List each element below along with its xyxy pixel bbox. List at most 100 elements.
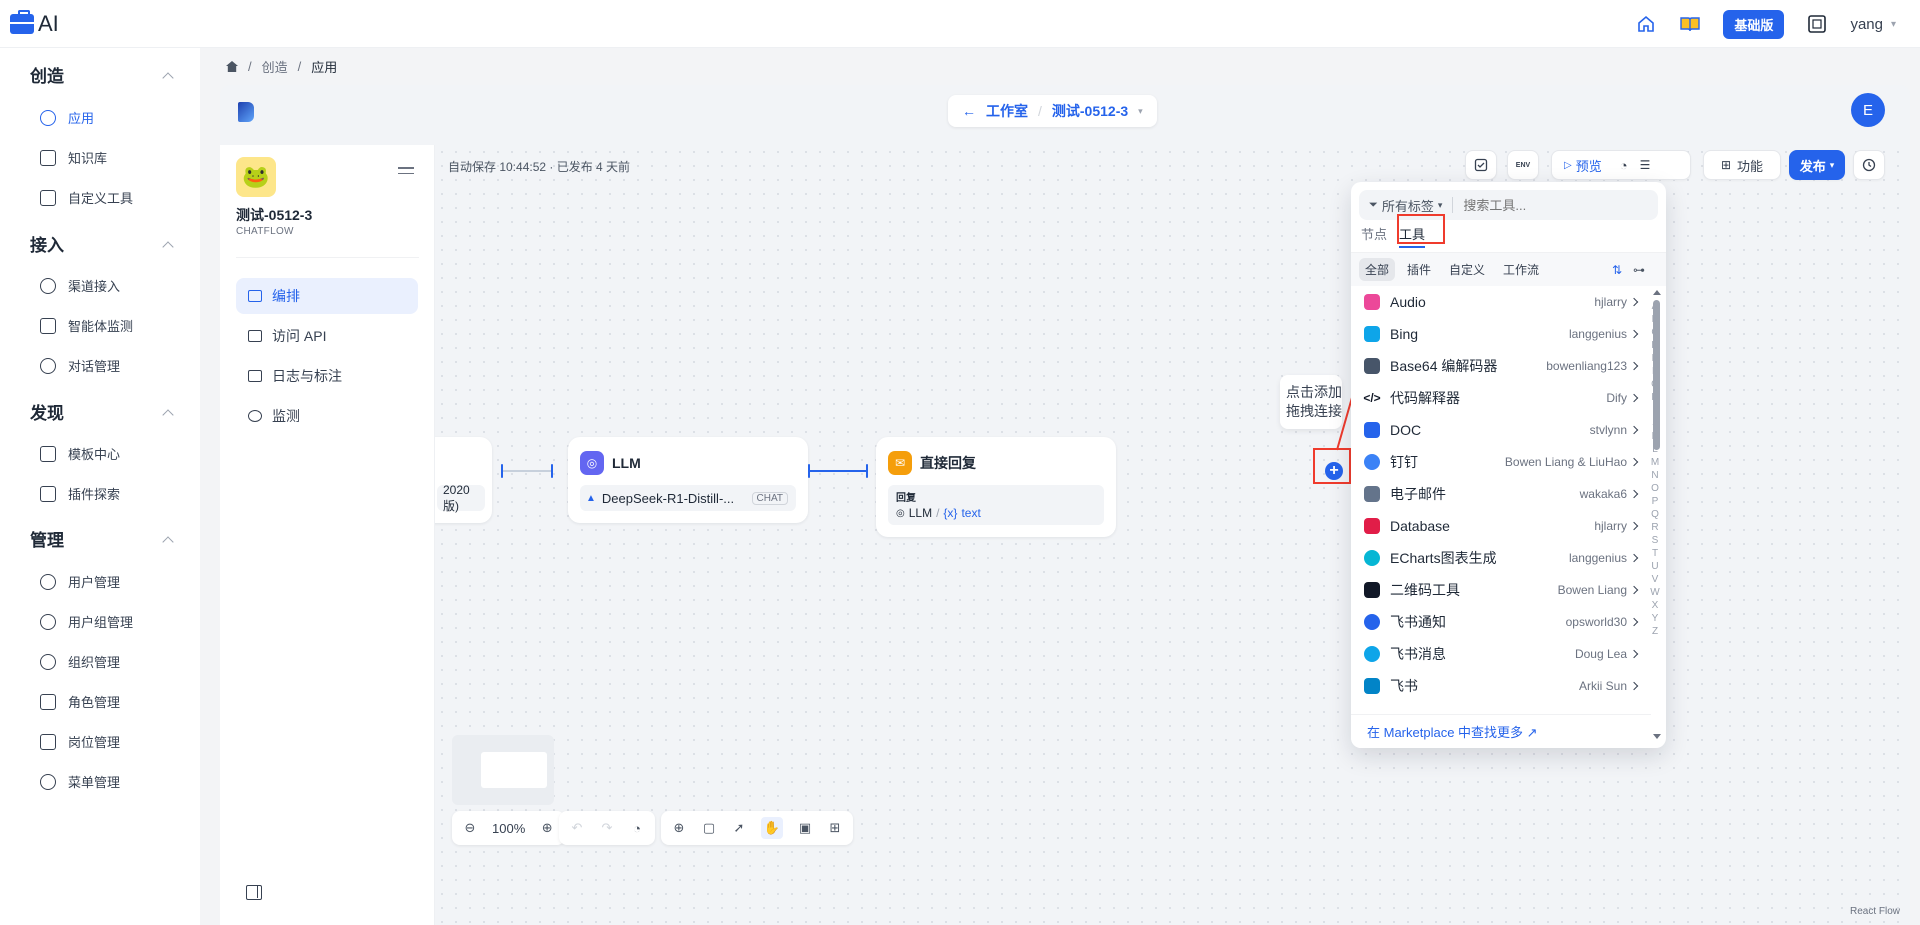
scroll-down-arrow[interactable] [1653,734,1661,739]
sidebar-section-access[interactable]: 接入 [30,231,64,256]
layout-icon[interactable]: ⊞ [827,820,843,836]
sidebar-item-templates[interactable]: 模板中心 [40,444,120,463]
panel-collapse-icon[interactable] [246,885,262,900]
alphabet-letter[interactable]: Z [1649,625,1661,638]
chevron-up-icon[interactable] [162,72,174,84]
alphabet-letter[interactable]: E [1649,352,1661,365]
tool-item-audio[interactable]: Audio hjlarry [1351,286,1651,318]
alphabet-letter[interactable]: W [1649,586,1661,599]
export-image-icon[interactable]: ▣ [797,820,813,836]
sidebar-item-apps[interactable]: 应用 [40,108,94,127]
tool-item-feishu-message[interactable]: 飞书消息 Doug Lea [1351,638,1651,670]
redo-icon[interactable]: ↷ [599,820,615,836]
undo-icon[interactable]: ↶ [569,820,585,836]
sidebar-item-knowledge[interactable]: 知识库 [40,148,107,167]
workflow-canvas[interactable]: 自动保存 10:44:52 · 已发布 4 天前 ENV ▷ 预览 ◔ ☰ ⊞ … [435,145,1910,925]
alphabet-letter[interactable]: S [1649,534,1661,547]
settings-sliders-icon[interactable] [398,167,414,181]
sort-az-icon[interactable]: ⇅ [1609,262,1625,278]
avatar[interactable]: E [1851,93,1885,127]
zoom-out-icon[interactable]: ⊖ [462,820,478,836]
alphabet-letter[interactable]: K [1649,430,1661,443]
sidebar-item-roles[interactable]: 角色管理 [40,692,120,711]
tool-item-database[interactable]: Database hjlarry [1351,510,1651,542]
app-name-selector[interactable]: 测试-0512-3 [1052,101,1128,121]
sidebar-item-users[interactable]: 用户管理 [40,572,120,591]
alphabet-letter[interactable]: J [1649,417,1661,430]
pointer-icon[interactable]: ➚ [731,820,747,836]
user-name[interactable]: yang [1850,16,1883,33]
alphabet-letter[interactable]: A [1649,300,1661,313]
alphabet-letter[interactable]: O [1649,482,1661,495]
fullscreen-icon[interactable] [1806,13,1828,35]
brand-logo[interactable]: AI [10,9,59,37]
tool-item-feishu[interactable]: 飞书 Arkii Sun [1351,670,1651,702]
app-nav-api[interactable]: 访问 API [236,318,418,354]
alphabet-letter[interactable]: M [1649,456,1661,469]
tree-view-icon[interactable]: ⊶ [1631,262,1647,278]
studio-switcher[interactable]: ← 工作室 / 测试-0512-3 ▾ [948,95,1157,127]
subtab-all[interactable]: 全部 [1359,258,1396,281]
react-flow-attribution[interactable]: React Flow [1850,906,1900,917]
zoom-level[interactable]: 100% [492,821,525,836]
subtab-plugins[interactable]: 插件 [1401,258,1437,281]
add-node-icon[interactable]: ⊕ [671,820,687,836]
tool-item-email[interactable]: 电子邮件 wakaka6 [1351,478,1651,510]
sidebar-item-agent-monitor[interactable]: 智能体监测 [40,316,133,335]
zoom-in-icon[interactable]: ⊕ [539,820,555,836]
home-icon[interactable] [1635,13,1657,35]
alphabet-letter[interactable]: Q [1649,508,1661,521]
sidebar-item-plugins[interactable]: 插件探索 [40,484,120,503]
studio-link[interactable]: 工作室 [986,101,1028,121]
marketplace-link[interactable]: 在 Marketplace 中查找更多 ↗ [1351,714,1651,748]
tool-item-code-interpreter[interactable]: </> 代码解释器 Dify [1351,382,1651,414]
alphabet-letter[interactable]: B [1649,313,1661,326]
alphabet-letter[interactable]: R [1649,521,1661,534]
breadcrumb-item[interactable]: 创造 [262,57,288,76]
sidebar-section-manage[interactable]: 管理 [30,526,64,551]
minimap[interactable] [452,735,554,805]
tool-item-base64[interactable]: Base64 编解码器 bowenliang123 [1351,350,1651,382]
sidebar-section-discover[interactable]: 发现 [30,399,64,424]
chevron-up-icon[interactable] [162,536,174,548]
alphabet-letter[interactable]: C [1649,326,1661,339]
book-icon[interactable] [1679,13,1701,35]
alphabet-letter[interactable]: F [1649,365,1661,378]
chevron-down-icon[interactable]: ▾ [1891,19,1896,30]
alphabet-letter[interactable]: U [1649,560,1661,573]
home-icon[interactable] [226,61,238,72]
tool-item-dingtalk[interactable]: 钉钉 Bowen Liang & LiuHao [1351,446,1651,478]
alphabet-letter[interactable]: P [1649,495,1661,508]
chevron-up-icon[interactable] [162,241,174,253]
tool-item-bing[interactable]: Bing langgenius [1351,318,1651,350]
plan-badge[interactable]: 基础版 [1723,9,1785,39]
add-note-icon[interactable]: ▢ [701,820,717,836]
subtab-workflow[interactable]: 工作流 [1497,258,1545,281]
app-nav-orchestrate[interactable]: 编排 [236,278,418,314]
tool-item-qrcode[interactable]: 二维码工具 Bowen Liang [1351,574,1651,606]
chevron-down-icon[interactable]: ▾ [1138,106,1143,117]
alphabet-letter[interactable]: D [1649,339,1661,352]
alphabet-letter[interactable]: H [1649,391,1661,404]
sidebar-item-conversations[interactable]: 对话管理 [40,356,120,375]
hand-icon[interactable]: ✋ [761,817,783,839]
tool-search-input[interactable] [1463,197,1624,213]
alphabet-letter[interactable]: I [1649,404,1661,417]
alphabet-letter[interactable]: G [1649,378,1661,391]
tool-item-echarts[interactable]: ECharts图表生成 langgenius [1351,542,1651,574]
sidebar-item-positions[interactable]: 岗位管理 [40,732,120,751]
app-nav-logs[interactable]: 日志与标注 [236,358,418,394]
alphabet-letter[interactable]: L [1649,443,1661,456]
sidebar-item-channels[interactable]: 渠道接入 [40,276,120,295]
chevron-up-icon[interactable] [162,409,174,421]
sidebar-item-menus[interactable]: 菜单管理 [40,772,120,791]
alphabet-letter[interactable]: V [1649,573,1661,586]
sidebar-item-orgs[interactable]: 组织管理 [40,652,120,671]
alphabet-letter[interactable]: Y [1649,612,1661,625]
tag-filter-select[interactable]: ⏷ 所有标签 ▾ [1359,197,1454,214]
sidebar-section-create[interactable]: 创造 [30,62,64,87]
history-icon[interactable]: ◔ [629,820,645,836]
app-nav-monitor[interactable]: 监测 [236,398,418,434]
tab-nodes[interactable]: 节点 [1361,224,1387,243]
sidebar-item-custom-tools[interactable]: 自定义工具 [40,188,133,207]
